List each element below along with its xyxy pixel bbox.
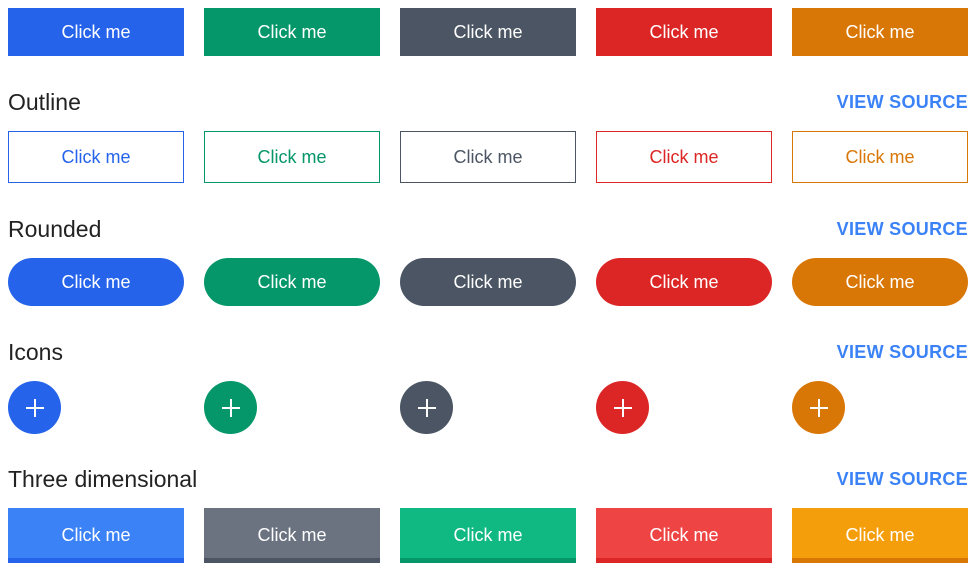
icon-button-slot [204, 381, 380, 434]
outline-buttons-row: Click me Click me Click me Click me Click me [8, 131, 968, 183]
outline-button-gray[interactable]: Click me [400, 131, 576, 183]
section-title-rounded: Rounded [8, 216, 102, 242]
rounded-button-gray[interactable]: Click me [400, 258, 576, 306]
icon-button-red[interactable] [596, 381, 649, 434]
section-title-icons: Icons [8, 339, 63, 365]
plus-icon [221, 398, 240, 417]
outline-button-blue[interactable]: Click me [8, 131, 184, 183]
icon-button-blue[interactable] [8, 381, 61, 434]
icon-button-gray[interactable] [400, 381, 453, 434]
rounded-button-blue[interactable]: Click me [8, 258, 184, 306]
section-title-three-dimensional: Three dimensional [8, 466, 198, 492]
plus-icon [613, 398, 632, 417]
plus-icon [417, 398, 436, 417]
icon-buttons-row [8, 381, 968, 434]
solid-button-red[interactable]: Click me [596, 8, 772, 56]
three-dimensional-button-blue[interactable]: Click me [8, 508, 184, 563]
section-title-outline: Outline [8, 89, 81, 115]
view-source-outline[interactable]: VIEW SOURCE [837, 92, 968, 113]
three-dimensional-button-orange[interactable]: Click me [792, 508, 968, 563]
view-source-icons[interactable]: VIEW SOURCE [837, 342, 968, 363]
three-dimensional-button-gray[interactable]: Click me [400, 508, 576, 563]
icon-button-green[interactable] [204, 381, 257, 434]
plus-icon [809, 398, 828, 417]
icon-button-slot [8, 381, 184, 434]
icon-button-slot [400, 381, 576, 434]
icon-button-orange[interactable] [792, 381, 845, 434]
solid-button-orange[interactable]: Click me [792, 8, 968, 56]
solid-buttons-row: Click me Click me Click me Click me Click me [8, 8, 968, 56]
icon-button-slot [596, 381, 772, 434]
solid-button-green[interactable]: Click me [204, 8, 380, 56]
solid-button-blue[interactable]: Click me [8, 8, 184, 56]
view-source-three-dimensional[interactable]: VIEW SOURCE [837, 469, 968, 490]
view-source-rounded[interactable]: VIEW SOURCE [837, 219, 968, 240]
outline-button-green[interactable]: Click me [204, 131, 380, 183]
rounded-button-red[interactable]: Click me [596, 258, 772, 306]
rounded-button-green[interactable]: Click me [204, 258, 380, 306]
icon-button-slot [792, 381, 968, 434]
rounded-buttons-row: Click me Click me Click me Click me Click me [8, 258, 968, 306]
three-dimensional-buttons-row: Click me Click me Click me Click me Click me [8, 508, 968, 563]
outline-button-orange[interactable]: Click me [792, 131, 968, 183]
solid-button-gray[interactable]: Click me [400, 8, 576, 56]
rounded-button-orange[interactable]: Click me [792, 258, 968, 306]
outline-button-red[interactable]: Click me [596, 131, 772, 183]
three-dimensional-button-green[interactable]: Click me [204, 508, 380, 563]
plus-icon [25, 398, 44, 417]
three-dimensional-button-red[interactable]: Click me [596, 508, 772, 563]
